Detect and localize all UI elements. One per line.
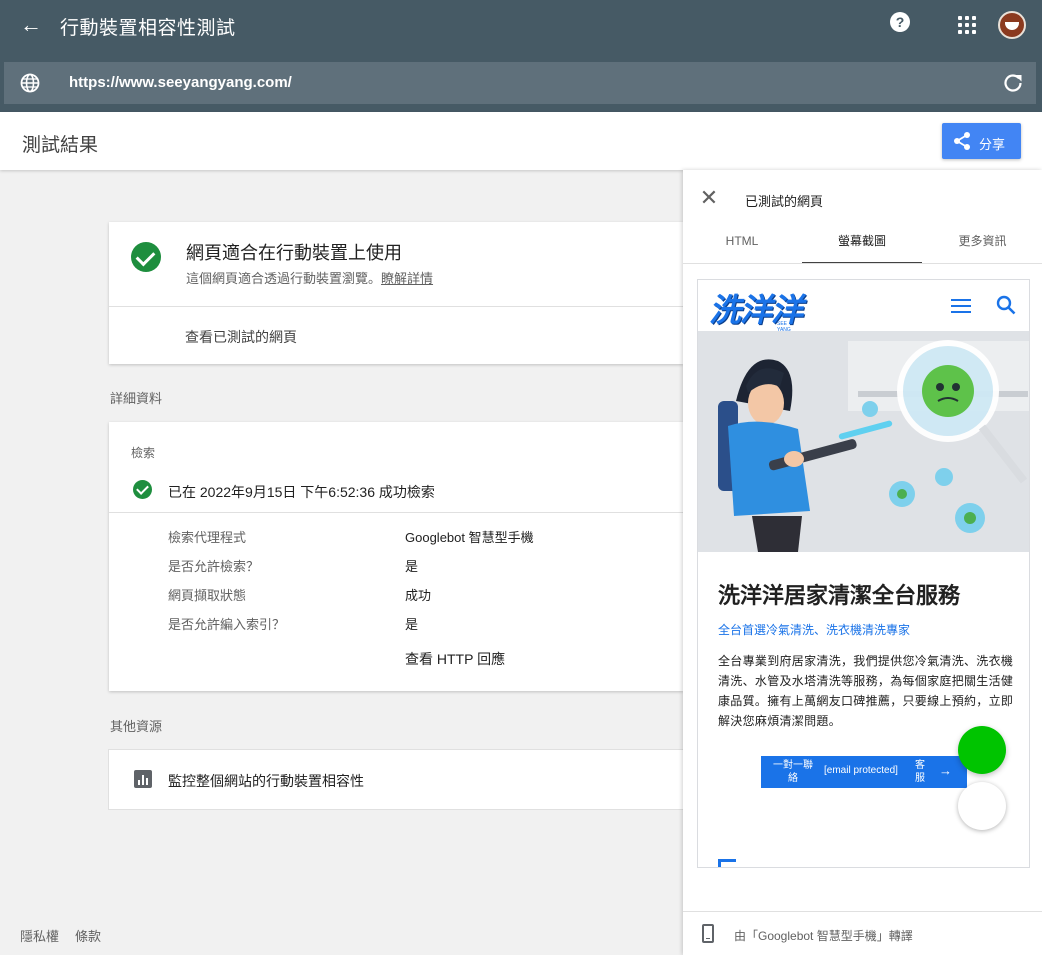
url-text[interactable]: https://www.seeyangyang.com/ bbox=[69, 74, 292, 91]
app-title: 行動裝置相容性測試 bbox=[60, 18, 236, 39]
crawl-header: 檢索 bbox=[131, 446, 156, 460]
customer-service-label: 客服 bbox=[915, 760, 925, 784]
result-description-text: 這個網頁適合透過行動裝置瀏覽。 bbox=[186, 271, 382, 286]
details-section-label: 詳細資料 bbox=[110, 391, 163, 406]
contact-button[interactable]: 一對一聯絡 [email protected] 客服 → bbox=[761, 756, 967, 788]
app-bar: ← 行動裝置相容性測試 ? https://www.seeyangyang.co… bbox=[0, 0, 1042, 112]
crawl-status: 已在 2022年9月15日 下午6:52:36 成功檢索 bbox=[168, 484, 435, 500]
results-header: 測試結果 分享 bbox=[0, 112, 1042, 170]
detail-label: 網頁擷取狀態 bbox=[168, 588, 247, 603]
share-button[interactable]: 分享 bbox=[942, 123, 1021, 159]
detail-value: 是 bbox=[405, 559, 419, 574]
close-icon[interactable]: ✕ bbox=[699, 187, 719, 209]
arrow-right-icon: → bbox=[939, 763, 952, 778]
apps-grid-icon[interactable] bbox=[958, 16, 978, 36]
secondary-fab-button[interactable] bbox=[958, 782, 1006, 830]
divider bbox=[109, 306, 683, 307]
reload-icon[interactable] bbox=[1002, 72, 1024, 94]
tested-page-panel: ✕ 已測試的網頁 HTML 螢幕截圖 更多資訊 洗洋洋 SEE YANG YAN… bbox=[683, 170, 1042, 955]
avatar[interactable] bbox=[998, 11, 1026, 39]
check-circle-icon bbox=[133, 480, 152, 499]
hero-illustration bbox=[698, 331, 1029, 552]
learn-more-link[interactable]: 瞭解詳情 bbox=[381, 271, 433, 286]
contact-label: 一對一聯絡 bbox=[773, 760, 813, 784]
crawl-details-card: 檢索 已在 2022年9月15日 下午6:52:36 成功檢索 檢索代理程式 G… bbox=[109, 422, 683, 691]
tabs-divider bbox=[683, 263, 1042, 264]
site-headline: 洗洋洋居家清潔全台服務 bbox=[718, 583, 961, 608]
result-card: 網頁適合在行動裝置上使用 這個網頁適合透過行動裝置瀏覽。瞭解詳情 查看已測試的網… bbox=[109, 222, 683, 364]
detail-label: 檢索代理程式 bbox=[168, 530, 247, 545]
url-bar: https://www.seeyangyang.com/ bbox=[4, 62, 1036, 104]
terms-link[interactable]: 條款 bbox=[75, 926, 101, 945]
back-arrow-icon[interactable]: ← bbox=[18, 12, 44, 38]
divider bbox=[109, 512, 683, 513]
page-title: 測試結果 bbox=[22, 135, 99, 156]
check-circle-icon bbox=[131, 242, 161, 272]
share-icon bbox=[954, 132, 970, 150]
help-icon[interactable]: ? bbox=[890, 12, 910, 32]
result-description: 這個網頁適合透過行動裝置瀏覽。瞭解詳情 bbox=[186, 268, 433, 287]
privacy-link[interactable]: 隱私權 bbox=[20, 926, 59, 945]
globe-icon bbox=[20, 73, 40, 93]
tab-html[interactable]: HTML bbox=[683, 226, 801, 264]
smartphone-icon bbox=[702, 924, 714, 943]
view-tested-page-link[interactable]: 查看已測試的網頁 bbox=[185, 327, 297, 347]
monitor-site-link[interactable]: 監控整個網站的行動裝置相容性 bbox=[168, 771, 364, 791]
tab-more-info[interactable]: 更多資訊 bbox=[923, 226, 1042, 264]
share-label: 分享 bbox=[979, 137, 1006, 152]
detail-value: Googlebot 智慧型手機 bbox=[405, 530, 534, 545]
site-subtitle: 全台首選冷氣清洗、洗衣機清洗專家 bbox=[718, 623, 911, 637]
result-title: 網頁適合在行動裝置上使用 bbox=[186, 243, 402, 263]
detail-value: 成功 bbox=[405, 588, 432, 603]
panel-title: 已測試的網頁 bbox=[745, 194, 824, 209]
divider bbox=[683, 911, 1042, 912]
contact-email: [email protected] bbox=[824, 765, 898, 776]
site-logo: 洗洋洋 SEE YANG YANG bbox=[709, 285, 803, 339]
hamburger-menu-icon[interactable] bbox=[951, 299, 971, 313]
detail-label: 是否允許編入索引？ bbox=[168, 617, 286, 632]
rendered-by-text: 由「Googlebot 智慧型手機」轉譯 bbox=[734, 929, 913, 943]
bar-chart-icon bbox=[134, 770, 152, 788]
other-resources-label: 其他資源 bbox=[110, 719, 163, 734]
cleaner-with-virus-illustration bbox=[698, 331, 1029, 552]
site-body-text: 全台專業到府居家清洗，我們提供您冷氣清洗、洗衣機清洗、水管及水塔清洗等服務，為每… bbox=[718, 654, 1014, 728]
page-screenshot: 洗洋洋 SEE YANG YANG bbox=[697, 279, 1030, 868]
search-icon[interactable] bbox=[996, 295, 1016, 315]
tab-screenshot[interactable]: 螢幕截圖 bbox=[802, 226, 922, 264]
monitor-resource-card[interactable]: 監控整個網站的行動裝置相容性 bbox=[109, 750, 683, 809]
detail-value: 是 bbox=[405, 617, 419, 632]
chat-fab-button[interactable] bbox=[958, 726, 1006, 774]
corner-bracket-icon bbox=[718, 859, 736, 867]
view-http-response-link[interactable]: 查看 HTTP 回應 bbox=[405, 649, 505, 669]
detail-label: 是否允許檢索？ bbox=[168, 559, 260, 574]
